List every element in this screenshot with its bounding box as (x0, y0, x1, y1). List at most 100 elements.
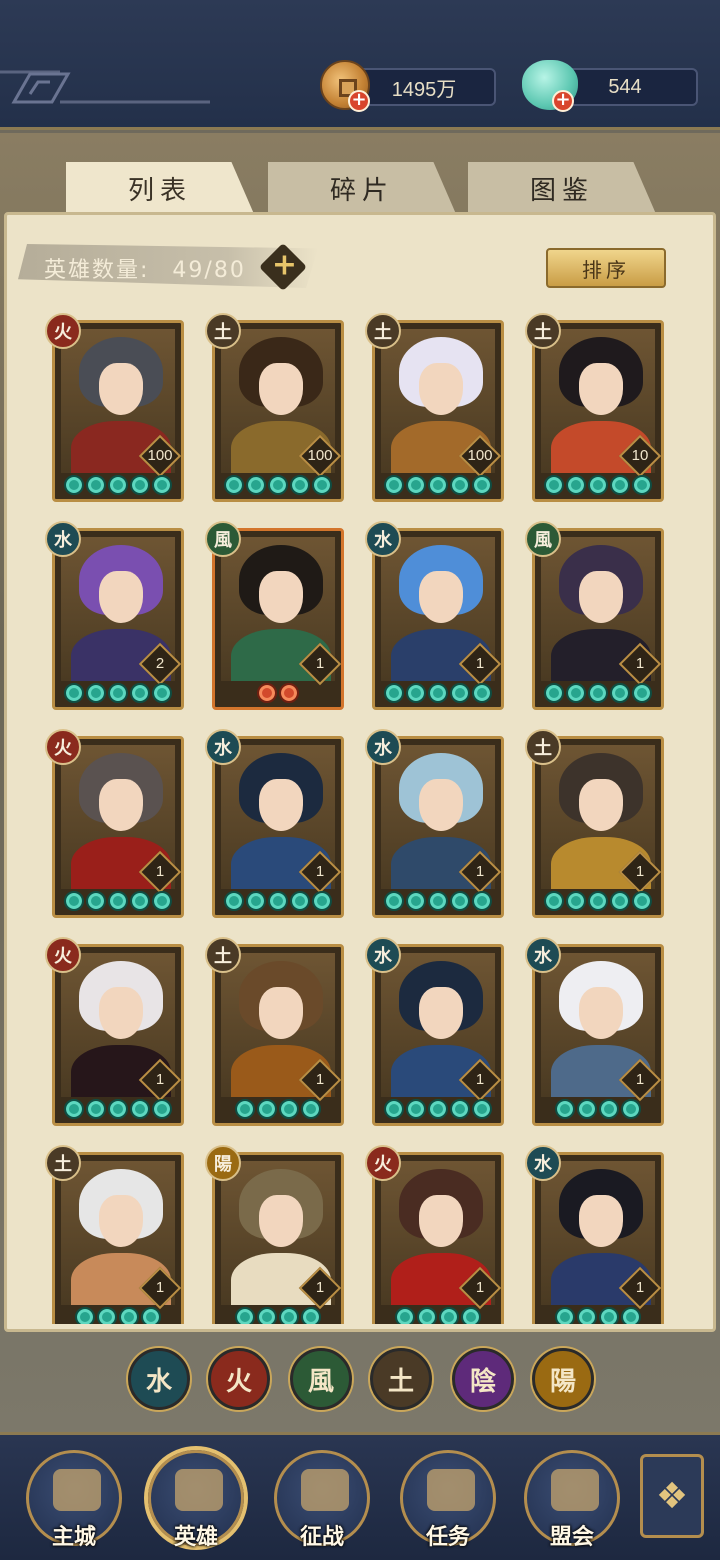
hero-card[interactable]: 水1 (365, 937, 504, 1126)
hero-face (579, 363, 623, 415)
hero-level: 1 (155, 1279, 165, 1296)
hero-stars (59, 1099, 177, 1121)
nav-main-city[interactable]: 主城 (26, 1450, 122, 1550)
hero-face (99, 1195, 143, 1247)
filter-water-icon[interactable]: 水 (128, 1348, 190, 1410)
filter-earth-icon[interactable]: 土 (370, 1348, 432, 1410)
star-icon (472, 1099, 492, 1119)
filter-yin-icon[interactable]: 陰 (452, 1348, 514, 1410)
hero-card[interactable]: 風1 (525, 521, 664, 710)
star-icon (257, 1307, 277, 1324)
guild-icon (551, 1469, 599, 1511)
hero-face (99, 779, 143, 831)
plus-icon: + (271, 247, 297, 283)
hero-card[interactable]: 水1 (525, 937, 664, 1126)
hero-level: 1 (155, 863, 165, 880)
hero-level: 1 (635, 1071, 645, 1088)
red-star-icon (257, 683, 277, 703)
hero-card[interactable]: 火1 (45, 729, 184, 918)
star-icon (64, 1099, 84, 1119)
hero-card[interactable]: 水1 (205, 729, 344, 918)
star-icon (108, 891, 128, 911)
filter-yang-icon[interactable]: 陽 (532, 1348, 594, 1410)
hero-face (259, 1195, 303, 1247)
hero-face (419, 779, 463, 831)
hero-card[interactable]: 土 100 (365, 313, 504, 502)
hero-level: 100 (467, 447, 493, 464)
star-icon (108, 1099, 128, 1119)
hero-card[interactable]: 土1 (525, 729, 664, 918)
hero-card[interactable]: 水2 (45, 521, 184, 710)
star-icon (86, 475, 106, 495)
tasks-icon (427, 1469, 475, 1511)
star-icon (257, 1099, 277, 1119)
element-badge-icon: 水 (205, 729, 241, 765)
main-city-icon (53, 1469, 101, 1511)
hero-level: 1 (475, 863, 485, 880)
tab-list[interactable]: 列表 (66, 162, 254, 214)
star-icon (64, 683, 84, 703)
hero-card[interactable]: 火1 (365, 1145, 504, 1324)
jade-value: 544 (608, 75, 642, 98)
tab-label: 碎片 (329, 175, 394, 206)
star-icon (632, 475, 652, 495)
hero-stars (379, 1307, 497, 1324)
star-icon (224, 891, 244, 911)
tab-fragments[interactable]: 碎片 (268, 162, 456, 214)
add-gold-icon[interactable]: + (348, 90, 370, 112)
nav-label: 盟会 (549, 1525, 594, 1550)
star-icon (588, 683, 608, 703)
element-badge-icon: 水 (45, 521, 81, 557)
sort-button[interactable]: 排序 (546, 248, 666, 288)
hero-stars (539, 1307, 657, 1324)
star-icon (130, 683, 150, 703)
nav-heroes[interactable]: 英雄 (148, 1450, 244, 1550)
hero-card[interactable]: 風1 (205, 521, 344, 710)
star-icon (472, 683, 492, 703)
star-icon (610, 475, 630, 495)
hero-level: 1 (635, 1279, 645, 1296)
filter-fire-icon[interactable]: 火 (208, 1348, 270, 1410)
star-icon (566, 475, 586, 495)
hero-card[interactable]: 土1 (45, 1145, 184, 1324)
hero-card[interactable]: 水1 (365, 521, 504, 710)
nav-guild[interactable]: 盟会 (524, 1450, 620, 1550)
element-badge-icon: 土 (365, 313, 401, 349)
tab-label: 图鉴 (529, 175, 594, 206)
star-icon (577, 1307, 597, 1324)
hero-card[interactable]: 水1 (525, 1145, 664, 1324)
back-emblem-icon[interactable] (0, 68, 210, 108)
hero-face (579, 571, 623, 623)
hero-card[interactable]: 土 10 (525, 313, 664, 502)
hero-face (99, 571, 143, 623)
star-icon (130, 475, 150, 495)
hero-level: 100 (307, 447, 333, 464)
hero-face (579, 1195, 623, 1247)
star-icon (224, 475, 244, 495)
menu-button[interactable]: ❖ (640, 1454, 704, 1538)
hero-card[interactable]: 陽1 (205, 1145, 344, 1324)
element-badge-icon: 火 (45, 729, 81, 765)
hero-face (419, 363, 463, 415)
hero-level: 1 (315, 863, 325, 880)
add-jade-icon[interactable]: + (552, 90, 574, 112)
star-icon (235, 1099, 255, 1119)
element-badge-icon: 陽 (205, 1145, 241, 1181)
star-icon (417, 1307, 437, 1324)
hero-card[interactable]: 水1 (365, 729, 504, 918)
filter-wind-icon[interactable]: 風 (290, 1348, 352, 1410)
hero-stars (59, 891, 177, 913)
hero-card[interactable]: 土 100 (205, 313, 344, 502)
star-icon (450, 891, 470, 911)
nav-tasks[interactable]: 任务 (400, 1450, 496, 1550)
star-icon (566, 683, 586, 703)
star-icon (566, 891, 586, 911)
hero-card[interactable]: 火 100 (45, 313, 184, 502)
nav-campaign[interactable]: 征战 (274, 1450, 370, 1550)
hero-card[interactable]: 土1 (205, 937, 344, 1126)
star-icon (108, 683, 128, 703)
element-badge-icon: 土 (525, 729, 561, 765)
star-icon (428, 683, 448, 703)
hero-card[interactable]: 火1 (45, 937, 184, 1126)
tab-codex[interactable]: 图鉴 (468, 162, 656, 214)
